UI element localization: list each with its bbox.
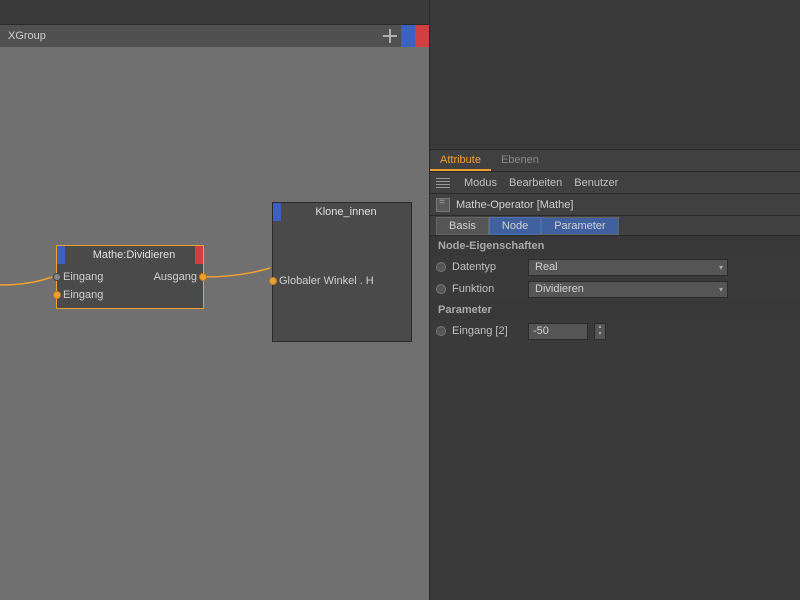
xgroup-title-bar[interactable]: XGroup	[0, 25, 429, 47]
xgroup-controls	[383, 25, 429, 47]
tab-attribute[interactable]: Attribute	[430, 150, 491, 171]
datentyp-label: Datentyp	[452, 261, 522, 273]
stepper-down-icon[interactable]: ▾	[595, 331, 605, 339]
node-klone-body: Globaler Winkel . H	[273, 221, 411, 341]
subtab-parameter[interactable]: Parameter	[541, 217, 618, 235]
node-blue-tab	[57, 246, 65, 264]
eingang-stepper[interactable]: ▴ ▾	[594, 323, 606, 340]
attribute-tabs: Attribute Ebenen	[430, 150, 800, 172]
object-row: Mathe-Operator [Mathe]	[430, 194, 800, 216]
subtab-basis[interactable]: Basis	[436, 217, 489, 235]
math-input-label-1: Eingang	[63, 271, 103, 283]
funktion-value: Dividieren	[535, 283, 584, 295]
node-math-header[interactable]: Mathe:Dividieren	[57, 246, 203, 264]
node-math-title: Mathe:Dividieren	[65, 249, 203, 261]
menu-benutzer[interactable]: Benutzer	[574, 177, 618, 189]
datentyp-value: Real	[535, 261, 558, 273]
menu-modus[interactable]: Modus	[464, 177, 497, 189]
eingang-input[interactable]	[528, 323, 588, 340]
math-output-label: Ausgang	[154, 271, 197, 283]
stepper-up-icon[interactable]: ▴	[595, 324, 605, 332]
right-side: Attribute Ebenen Modus Bearbeiten Benutz…	[430, 0, 800, 600]
math-input-port-2[interactable]	[53, 291, 61, 299]
node-canvas[interactable]: Mathe:Dividieren Eingang Ausgang Eingang	[0, 47, 429, 600]
prop-funktion-row: Funktion Dividieren	[430, 278, 800, 300]
xgroup-red-block[interactable]	[415, 25, 429, 47]
prop-datentyp-row: Datentyp Real	[430, 256, 800, 278]
eingang-radio[interactable]	[436, 326, 446, 336]
wire-in-left	[0, 237, 60, 297]
node-blue-tab	[273, 203, 281, 221]
math-input-port-1[interactable]	[53, 273, 61, 281]
subtab-node[interactable]: Node	[489, 217, 541, 235]
eingang-label: Eingang [2]	[452, 325, 522, 337]
math-input-label-2: Eingang	[63, 289, 103, 301]
menu-bearbeiten[interactable]: Bearbeiten	[509, 177, 562, 189]
wire-math-to-klone	[200, 245, 280, 285]
node-klone-title: Klone_innen	[281, 206, 411, 218]
menu-icon[interactable]	[436, 178, 450, 188]
node-klone-header[interactable]: Klone_innen	[273, 203, 411, 221]
funktion-radio[interactable]	[436, 284, 446, 294]
section-parameter: Parameter	[430, 300, 800, 320]
klone-input-port[interactable]	[269, 277, 277, 285]
attribute-menu: Modus Bearbeiten Benutzer	[430, 172, 800, 194]
node-math-body: Eingang Ausgang Eingang	[57, 264, 203, 308]
xgroup-blue-block[interactable]	[401, 25, 415, 47]
object-name: Mathe-Operator [Mathe]	[456, 199, 573, 211]
node-red-tab	[195, 246, 203, 264]
datentyp-select[interactable]: Real	[528, 259, 728, 276]
datentyp-radio[interactable]	[436, 262, 446, 272]
node-klone[interactable]: Klone_innen Globaler Winkel . H	[272, 202, 412, 342]
tab-ebenen[interactable]: Ebenen	[491, 150, 549, 171]
math-operator-icon	[436, 198, 450, 212]
move-icon[interactable]	[383, 29, 397, 43]
preview-area[interactable]	[430, 0, 800, 150]
editor-header	[0, 0, 429, 25]
funktion-select[interactable]: Dividieren	[528, 281, 728, 298]
node-editor-panel: XGroup Mathe:Dividieren Eingang	[0, 0, 430, 600]
node-math-divide[interactable]: Mathe:Dividieren Eingang Ausgang Eingang	[56, 245, 204, 309]
math-output-port[interactable]	[199, 273, 207, 281]
prop-eingang-row: Eingang [2] ▴ ▾	[430, 320, 800, 342]
section-node-props: Node-Eigenschaften	[430, 236, 800, 256]
xgroup-title: XGroup	[8, 30, 46, 42]
funktion-label: Funktion	[452, 283, 522, 295]
klone-port-label: Globaler Winkel . H	[279, 275, 374, 287]
attribute-panel: Attribute Ebenen Modus Bearbeiten Benutz…	[430, 150, 800, 600]
subtabs: Basis Node Parameter	[430, 216, 800, 236]
